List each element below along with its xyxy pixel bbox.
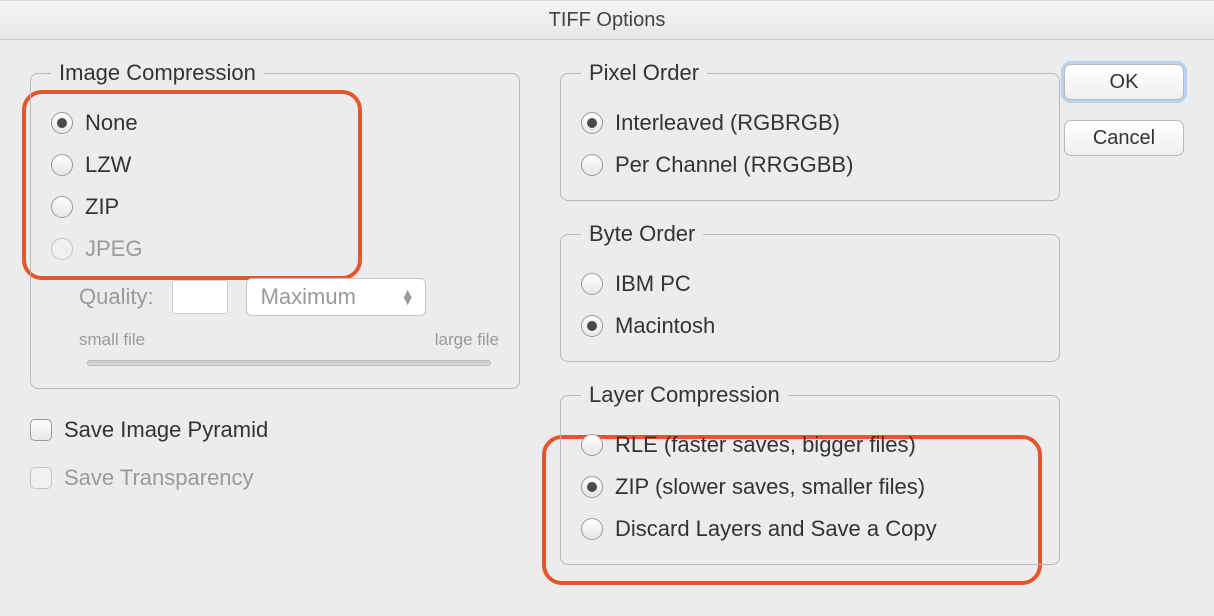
quality-field bbox=[172, 280, 228, 314]
quality-preset-value: Maximum bbox=[261, 284, 356, 310]
checkbox-save-image-pyramid[interactable] bbox=[30, 419, 52, 441]
ok-button[interactable]: OK bbox=[1064, 64, 1184, 100]
radio-label-lzw: LZW bbox=[85, 152, 131, 178]
radio-rle[interactable] bbox=[581, 434, 603, 456]
radio-row-mac[interactable]: Macintosh bbox=[581, 313, 1039, 339]
left-column: Image Compression None LZW ZIP JPEG bbox=[30, 60, 520, 495]
radio-ibm[interactable] bbox=[581, 273, 603, 295]
check-row-pyramid[interactable]: Save Image Pyramid bbox=[30, 417, 520, 443]
radio-label-discard: Discard Layers and Save a Copy bbox=[615, 516, 937, 542]
slider-label-large: large file bbox=[435, 330, 499, 350]
chevron-updown-icon: ▲▼ bbox=[401, 290, 415, 304]
quality-row: Quality: Maximum ▲▼ bbox=[79, 278, 499, 316]
radio-discard[interactable] bbox=[581, 518, 603, 540]
check-row-transparency: Save Transparency bbox=[30, 465, 520, 491]
radio-mac[interactable] bbox=[581, 315, 603, 337]
right-column: OK Cancel bbox=[1060, 60, 1184, 176]
radio-label-ibm: IBM PC bbox=[615, 271, 691, 297]
radio-row-interleaved[interactable]: Interleaved (RGBRGB) bbox=[581, 110, 1039, 136]
dialog-content: Image Compression None LZW ZIP JPEG bbox=[0, 40, 1214, 605]
legend-image-compression: Image Compression bbox=[51, 60, 264, 86]
radio-label-rle: RLE (faster saves, bigger files) bbox=[615, 432, 916, 458]
radio-row-perchannel[interactable]: Per Channel (RRGGBB) bbox=[581, 152, 1039, 178]
radio-label-perchannel: Per Channel (RRGGBB) bbox=[615, 152, 853, 178]
radio-label-zip: ZIP bbox=[85, 194, 119, 220]
radio-none[interactable] bbox=[51, 112, 73, 134]
radio-perchannel[interactable] bbox=[581, 154, 603, 176]
radio-row-ibm[interactable]: IBM PC bbox=[581, 271, 1039, 297]
radio-row-layer-zip[interactable]: ZIP (slower saves, smaller files) bbox=[581, 474, 1039, 500]
dialog-title: TIFF Options bbox=[0, 0, 1214, 40]
radio-row-none[interactable]: None bbox=[51, 110, 499, 136]
radio-layer-zip[interactable] bbox=[581, 476, 603, 498]
radio-label-none: None bbox=[85, 110, 138, 136]
radio-row-rle[interactable]: RLE (faster saves, bigger files) bbox=[581, 432, 1039, 458]
group-byte-order: Byte Order IBM PC Macintosh bbox=[560, 221, 1060, 362]
group-layer-compression: Layer Compression RLE (faster saves, big… bbox=[560, 382, 1060, 565]
slider-label-small: small file bbox=[79, 330, 145, 350]
middle-column: Pixel Order Interleaved (RGBRGB) Per Cha… bbox=[560, 60, 1060, 585]
checkbox-save-transparency bbox=[30, 467, 52, 489]
radio-zip[interactable] bbox=[51, 196, 73, 218]
radio-label-mac: Macintosh bbox=[615, 313, 715, 339]
radio-label-layer-zip: ZIP (slower saves, smaller files) bbox=[615, 474, 925, 500]
legend-byte-order: Byte Order bbox=[581, 221, 703, 247]
radio-row-discard[interactable]: Discard Layers and Save a Copy bbox=[581, 516, 1039, 542]
group-pixel-order: Pixel Order Interleaved (RGBRGB) Per Cha… bbox=[560, 60, 1060, 201]
legend-layer-compression: Layer Compression bbox=[581, 382, 788, 408]
radio-label-interleaved: Interleaved (RGBRGB) bbox=[615, 110, 840, 136]
radio-row-jpeg: JPEG bbox=[51, 236, 499, 262]
radio-jpeg bbox=[51, 238, 73, 260]
legend-pixel-order: Pixel Order bbox=[581, 60, 707, 86]
radio-label-jpeg: JPEG bbox=[85, 236, 142, 262]
radio-row-lzw[interactable]: LZW bbox=[51, 152, 499, 178]
slider-track bbox=[87, 360, 490, 366]
radio-interleaved[interactable] bbox=[581, 112, 603, 134]
quality-slider: small file large file bbox=[79, 330, 499, 366]
cancel-button[interactable]: Cancel bbox=[1064, 120, 1184, 156]
quality-preset-select: Maximum ▲▼ bbox=[246, 278, 426, 316]
check-label-pyramid: Save Image Pyramid bbox=[64, 417, 268, 443]
quality-label: Quality: bbox=[79, 284, 154, 310]
radio-lzw[interactable] bbox=[51, 154, 73, 176]
check-label-transparency: Save Transparency bbox=[64, 465, 254, 491]
tiff-options-dialog: TIFF Options Image Compression None LZW … bbox=[0, 0, 1214, 616]
radio-row-zip[interactable]: ZIP bbox=[51, 194, 499, 220]
group-image-compression: Image Compression None LZW ZIP JPEG bbox=[30, 60, 520, 389]
